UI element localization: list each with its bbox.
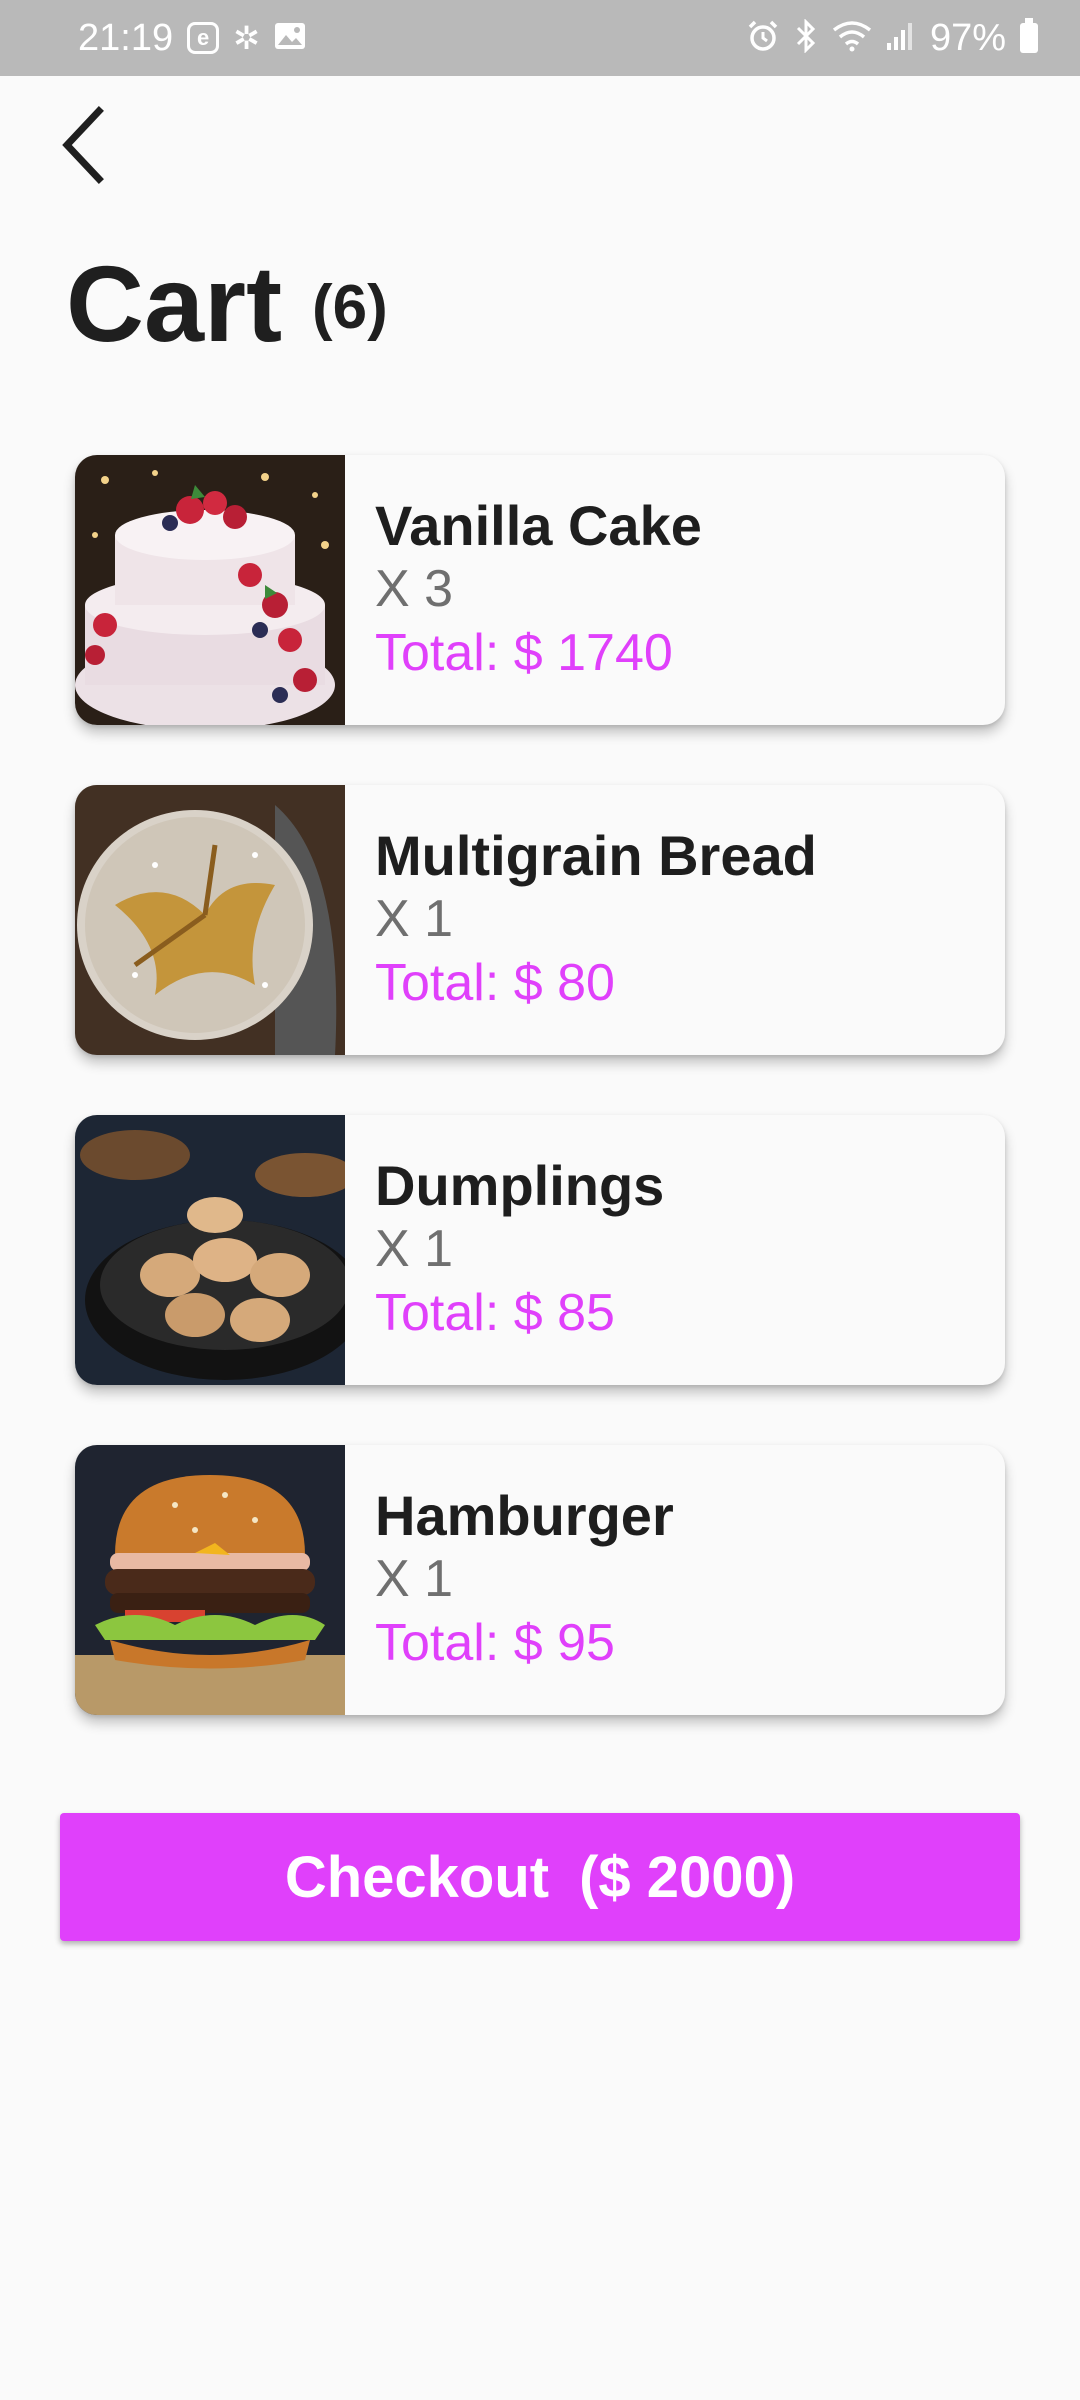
checkout-button[interactable]: Checkout ($ 2000) — [60, 1813, 1020, 1941]
cart-item-hamburger[interactable]: Hamburger X 1 Total: $ 95 — [75, 1445, 1005, 1715]
item-total: Total: $ 95 — [375, 1614, 615, 1672]
cart-item-vanilla-cake[interactable]: Vanilla Cake X 3 Total: $ 1740 — [75, 455, 1005, 725]
multigrain-bread-photo — [75, 785, 345, 1055]
item-quantity: X 1 — [375, 1550, 454, 1608]
wifi-icon — [832, 20, 872, 57]
battery-percentage: 97% — [929, 16, 1006, 59]
status-left: 21:19 e ✲ — [78, 17, 306, 60]
hamburger-photo — [75, 1445, 345, 1715]
item-name: Multigrain Bread — [375, 824, 817, 887]
image-icon — [274, 22, 306, 55]
checkout-label: Checkout — [284, 1844, 550, 1910]
item-quantity: X 3 — [375, 560, 454, 618]
e-badge-icon: e — [187, 22, 220, 54]
page-title: Cart — [66, 243, 283, 364]
item-name: Dumplings — [375, 1154, 665, 1217]
battery-icon — [1020, 18, 1038, 53]
back-button[interactable] — [52, 105, 112, 185]
cart-item-multigrain-bread[interactable]: Multigrain Bread X 1 Total: $ 80 — [75, 785, 1005, 1055]
signal-icon — [886, 21, 916, 56]
checkout-amount: ($ 2000) — [579, 1844, 796, 1910]
dumplings-photo — [75, 1115, 345, 1385]
fan-icon: ✲ — [233, 20, 260, 56]
item-total: Total: $ 80 — [375, 954, 615, 1012]
item-name: Hamburger — [375, 1484, 674, 1547]
bluetooth-icon — [794, 17, 818, 58]
chevron-left-icon — [62, 106, 104, 184]
status-time: 21:19 — [78, 16, 174, 59]
item-total: Total: $ 1740 — [375, 624, 673, 682]
status-bar: 21:19 e ✲ 97% — [0, 0, 1080, 76]
cart-item-dumplings[interactable]: Dumplings X 1 Total: $ 85 — [75, 1115, 1005, 1385]
alarm-icon — [746, 19, 780, 58]
vanilla-cake-photo — [75, 455, 345, 725]
cart-count: (6) — [312, 273, 388, 342]
item-total: Total: $ 85 — [375, 1284, 615, 1342]
item-name: Vanilla Cake — [375, 494, 702, 557]
item-quantity: X 1 — [375, 1220, 454, 1278]
status-right: 97% — [746, 17, 1038, 60]
item-quantity: X 1 — [375, 890, 454, 948]
